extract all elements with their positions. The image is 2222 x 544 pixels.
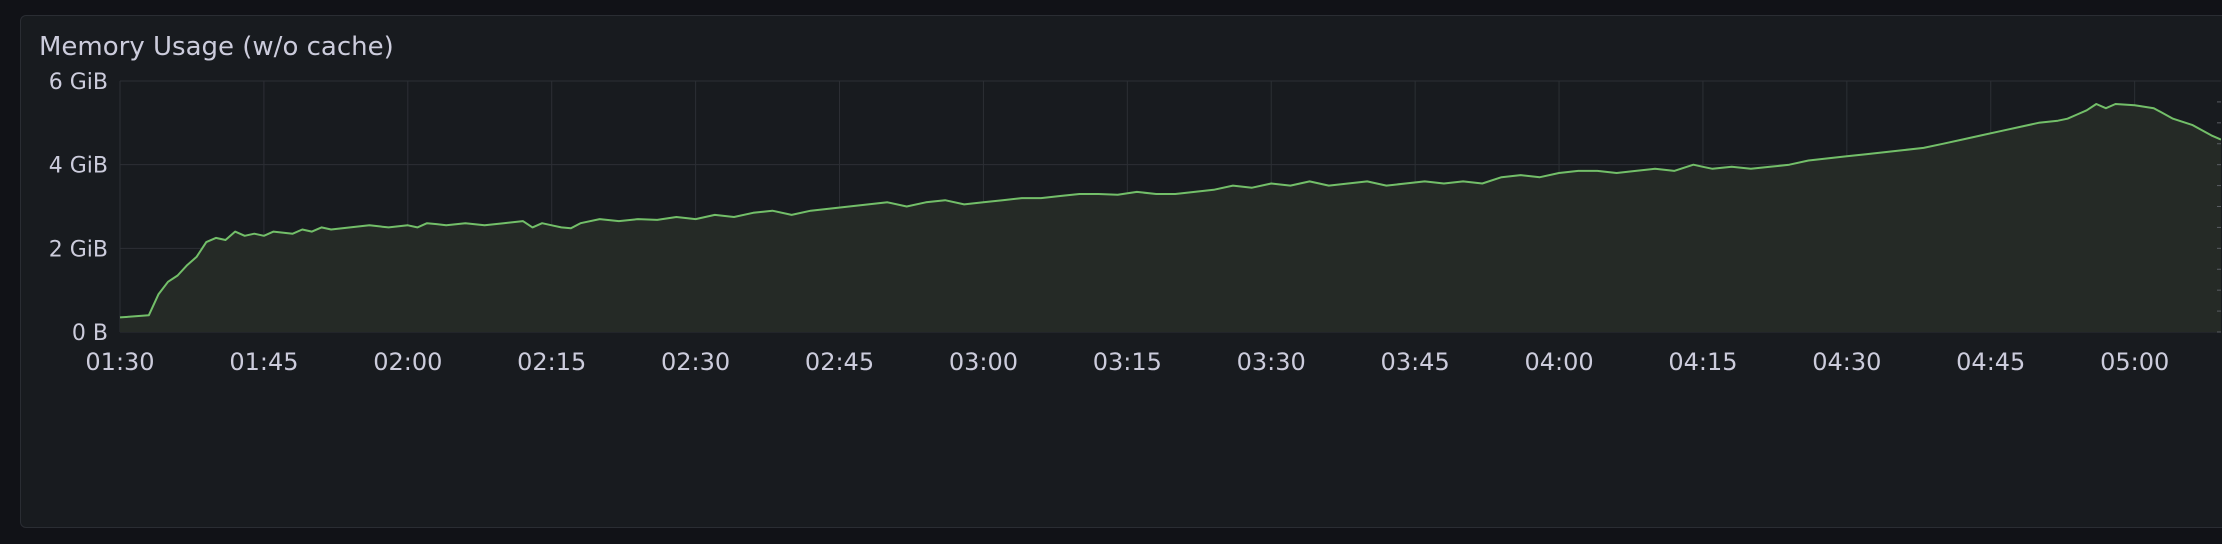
x-tick-label-5: 02:45 (805, 348, 874, 376)
memory-usage-panel: Memory Usage (w/o cache) 0 B2 GiB 4 GiB 6 … (20, 15, 2222, 528)
x-tick-label-2: 02:00 (373, 348, 442, 376)
y-tick-label-2: 4 GiB (49, 154, 108, 179)
x-tick-label-8: 03:30 (1237, 348, 1306, 376)
y-tick-label-1: 2 GiB (49, 237, 108, 262)
x-tick-label-10: 04:00 (1524, 348, 1593, 376)
x-tick-label-14: 05:00 (2100, 348, 2169, 376)
x-tick-label-7: 03:15 (1093, 348, 1162, 376)
memory-area-fill (120, 104, 2221, 332)
x-tick-label-12: 04:30 (1812, 348, 1881, 376)
y-tick-label-0: 0 B (72, 321, 108, 346)
x-tick-label-11: 04:15 (1668, 348, 1737, 376)
x-tick-label-4: 02:30 (661, 348, 730, 376)
x-tick-label-1: 01:45 (229, 348, 298, 376)
y-axis-ticks: 0 B 2 GiB 4 GiB 6 GiB (49, 70, 108, 346)
x-tick-label-6: 03:00 (949, 348, 1018, 376)
x-tick-label-13: 04:45 (1956, 348, 2025, 376)
memory-usage-chart[interactable]: 0 B2 GiB4 GiB6 GiB 01:30 01:45 02:00 02:15 0… (21, 16, 2221, 529)
x-tick-label-9: 03:45 (1381, 348, 1450, 376)
y-tick-label-3: 6 GiB (49, 70, 108, 95)
x-tick-label-3: 02:15 (517, 348, 586, 376)
x-tick-label-0: 01:30 (85, 348, 154, 376)
x-axis-ticks: 01:30 01:45 02:00 02:15 02:30 02:45 03:00 03:15… (85, 348, 2169, 376)
